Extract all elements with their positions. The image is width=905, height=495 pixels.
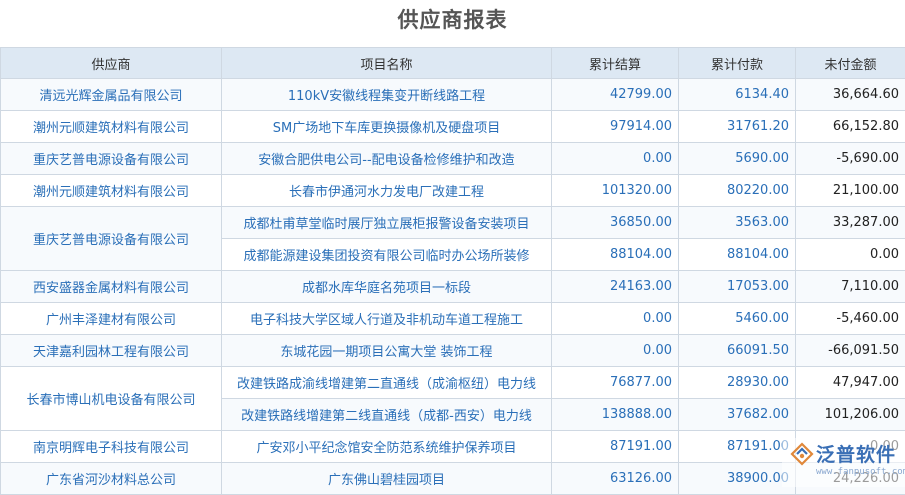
table-row[interactable]: 长春市博山机电设备有限公司改建铁路成渝线增建第二直通线（成渝枢纽）电力线7687…	[1, 367, 905, 399]
table-row[interactable]: 天津嘉利园林工程有限公司东城花园一期项目公寓大堂 装饰工程0.0066091.5…	[1, 335, 905, 367]
cell-settled[interactable]: 138888.00	[552, 399, 679, 431]
cell-paid[interactable]: 37682.00	[679, 399, 796, 431]
cell-project[interactable]: 长春市伊通河水力发电厂改建工程	[222, 175, 552, 207]
cell-paid[interactable]: 5690.00	[679, 143, 796, 175]
table-row[interactable]: 潮州元顺建筑材料有限公司SM广场地下车库更换摄像机及硬盘项目97914.0031…	[1, 111, 905, 143]
cell-paid[interactable]: 66091.50	[679, 335, 796, 367]
cell-supplier[interactable]: 重庆艺普电源设备有限公司	[1, 143, 222, 175]
table-row[interactable]: 重庆艺普电源设备有限公司安徽合肥供电公司--配电设备检修维护和改造0.00569…	[1, 143, 905, 175]
cell-project[interactable]: 广东佛山碧桂园项目	[222, 463, 552, 495]
cell-project[interactable]: 安徽合肥供电公司--配电设备检修维护和改造	[222, 143, 552, 175]
table-body: 清远光辉金属品有限公司110kV安徽线程集变开断线路工程42799.006134…	[1, 79, 905, 495]
col-header-paid[interactable]: 累计付款	[679, 48, 796, 79]
cell-unpaid: 33,287.00	[796, 207, 905, 239]
cell-paid[interactable]: 5460.00	[679, 303, 796, 335]
cell-settled[interactable]: 101320.00	[552, 175, 679, 207]
table-row[interactable]: 西安盛器金属材料有限公司成都水库华庭名苑项目一标段24163.0017053.0…	[1, 271, 905, 303]
cell-paid[interactable]: 3563.00	[679, 207, 796, 239]
cell-project[interactable]: 110kV安徽线程集变开断线路工程	[222, 79, 552, 111]
cell-project[interactable]: 广安邓小平纪念馆安全防范系统维护保养项目	[222, 431, 552, 463]
cell-unpaid: -5,460.00	[796, 303, 905, 335]
table-row[interactable]: 南京明辉电子科技有限公司广安邓小平纪念馆安全防范系统维护保养项目87191.00…	[1, 431, 905, 463]
cell-supplier[interactable]: 广州丰泽建材有限公司	[1, 303, 222, 335]
cell-paid[interactable]: 87191.00	[679, 431, 796, 463]
cell-settled[interactable]: 0.00	[552, 335, 679, 367]
cell-unpaid: 7,110.00	[796, 271, 905, 303]
cell-settled[interactable]: 87191.00	[552, 431, 679, 463]
cell-paid[interactable]: 6134.40	[679, 79, 796, 111]
cell-supplier[interactable]: 天津嘉利园林工程有限公司	[1, 335, 222, 367]
supplier-report-table: 供应商 项目名称 累计结算 累计付款 未付金额 清远光辉金属品有限公司110kV…	[0, 47, 905, 495]
cell-settled[interactable]: 36850.00	[552, 207, 679, 239]
cell-settled[interactable]: 88104.00	[552, 239, 679, 271]
watermark-url: www.fanpusoft.com	[816, 467, 905, 477]
table-row[interactable]: 潮州元顺建筑材料有限公司长春市伊通河水力发电厂改建工程101320.008022…	[1, 175, 905, 207]
cell-supplier[interactable]: 长春市博山机电设备有限公司	[1, 367, 222, 431]
cell-unpaid: 36,664.60	[796, 79, 905, 111]
cell-project[interactable]: 改建铁路成渝线增建第二直通线（成渝枢纽）电力线	[222, 367, 552, 399]
table-row[interactable]: 清远光辉金属品有限公司110kV安徽线程集变开断线路工程42799.006134…	[1, 79, 905, 111]
cell-project[interactable]: 成都杜甫草堂临时展厅独立展柜报警设备安装项目	[222, 207, 552, 239]
cell-paid[interactable]: 38900.00	[679, 463, 796, 495]
cell-supplier[interactable]: 清远光辉金属品有限公司	[1, 79, 222, 111]
table-header: 供应商 项目名称 累计结算 累计付款 未付金额	[1, 48, 905, 79]
cell-project[interactable]: 成都能源建设集团投资有限公司临时办公场所装修	[222, 239, 552, 271]
table-row[interactable]: 广州丰泽建材有限公司电子科技大学区域人行道及非机动车道工程施工0.005460.…	[1, 303, 905, 335]
watermark-brand: 泛普软件	[816, 440, 896, 467]
fanpu-logo-icon	[790, 442, 814, 466]
cell-unpaid: 66,152.80	[796, 111, 905, 143]
watermark: 泛普软件 www.fanpusoft.com	[782, 438, 905, 487]
header-row: 供应商 项目名称 累计结算 累计付款 未付金额	[1, 48, 905, 79]
cell-paid[interactable]: 28930.00	[679, 367, 796, 399]
cell-project[interactable]: 成都水库华庭名苑项目一标段	[222, 271, 552, 303]
cell-supplier[interactable]: 潮州元顺建筑材料有限公司	[1, 111, 222, 143]
cell-project[interactable]: SM广场地下车库更换摄像机及硬盘项目	[222, 111, 552, 143]
cell-settled[interactable]: 0.00	[552, 143, 679, 175]
col-header-settled[interactable]: 累计结算	[552, 48, 679, 79]
cell-unpaid: 47,947.00	[796, 367, 905, 399]
cell-supplier[interactable]: 重庆艺普电源设备有限公司	[1, 207, 222, 271]
cell-project[interactable]: 改建铁路线增建第二线直通线（成都-西安）电力线	[222, 399, 552, 431]
cell-supplier[interactable]: 西安盛器金属材料有限公司	[1, 271, 222, 303]
table-row[interactable]: 重庆艺普电源设备有限公司成都杜甫草堂临时展厅独立展柜报警设备安装项目36850.…	[1, 207, 905, 239]
table-row[interactable]: 广东省河沙材料总公司广东佛山碧桂园项目63126.0038900.0024,22…	[1, 463, 905, 495]
cell-unpaid: -5,690.00	[796, 143, 905, 175]
col-header-unpaid[interactable]: 未付金额	[796, 48, 905, 79]
cell-paid[interactable]: 88104.00	[679, 239, 796, 271]
cell-settled[interactable]: 63126.00	[552, 463, 679, 495]
cell-unpaid: 0.00	[796, 239, 905, 271]
col-header-supplier[interactable]: 供应商	[1, 48, 222, 79]
cell-supplier[interactable]: 南京明辉电子科技有限公司	[1, 431, 222, 463]
cell-supplier[interactable]: 广东省河沙材料总公司	[1, 463, 222, 495]
cell-paid[interactable]: 17053.00	[679, 271, 796, 303]
cell-unpaid: 101,206.00	[796, 399, 905, 431]
cell-paid[interactable]: 31761.20	[679, 111, 796, 143]
cell-unpaid: -66,091.50	[796, 335, 905, 367]
cell-paid[interactable]: 80220.00	[679, 175, 796, 207]
cell-settled[interactable]: 24163.00	[552, 271, 679, 303]
cell-supplier[interactable]: 潮州元顺建筑材料有限公司	[1, 175, 222, 207]
cell-settled[interactable]: 0.00	[552, 303, 679, 335]
cell-settled[interactable]: 76877.00	[552, 367, 679, 399]
col-header-project[interactable]: 项目名称	[222, 48, 552, 79]
cell-unpaid: 21,100.00	[796, 175, 905, 207]
cell-settled[interactable]: 42799.00	[552, 79, 679, 111]
cell-settled[interactable]: 97914.00	[552, 111, 679, 143]
cell-project[interactable]: 电子科技大学区域人行道及非机动车道工程施工	[222, 303, 552, 335]
page-title: 供应商报表	[0, 0, 905, 46]
cell-project[interactable]: 东城花园一期项目公寓大堂 装饰工程	[222, 335, 552, 367]
